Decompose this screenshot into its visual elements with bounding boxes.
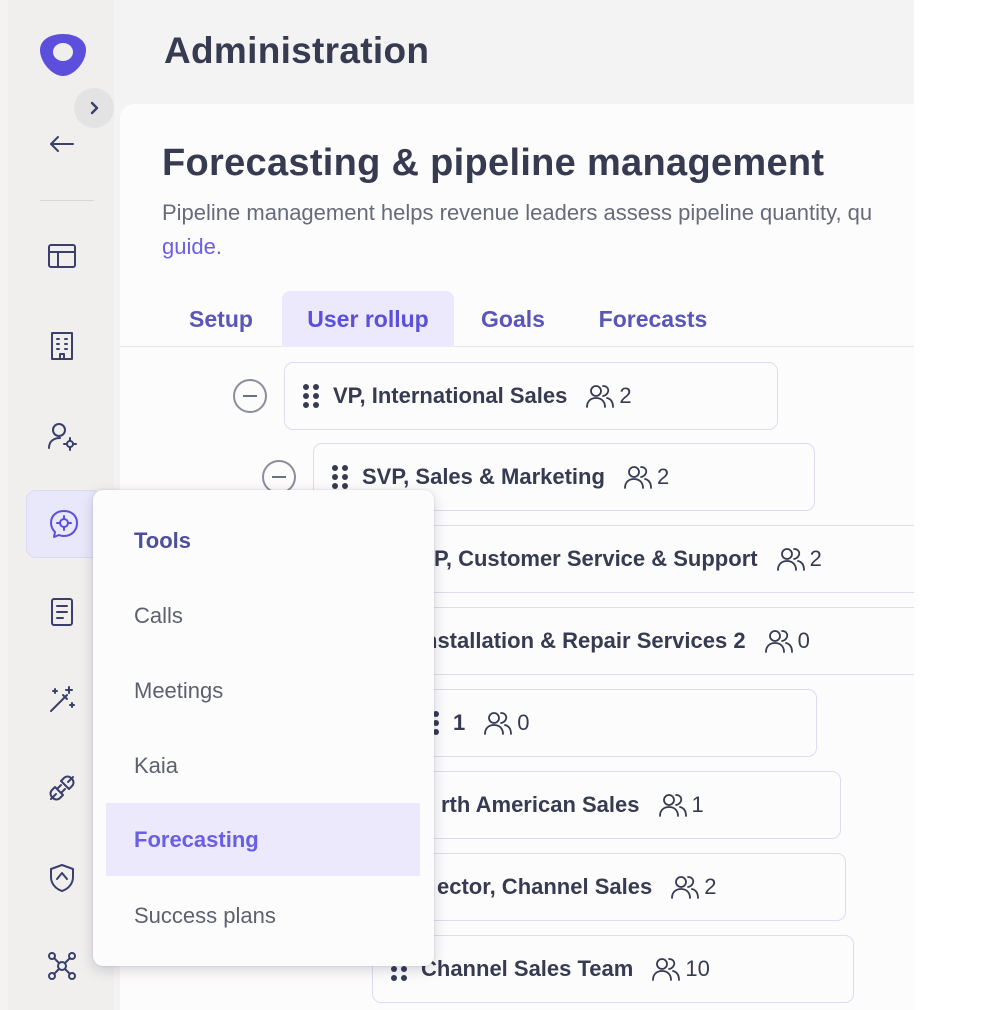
section-title: Forecasting & pipeline management [162,142,825,184]
tab-forecasts[interactable]: Forecasts [582,291,724,347]
section-description: Pipeline management helps revenue leader… [162,200,873,225]
tools-flyout-menu: Tools Calls Meetings Kaia Forecasting Su… [93,490,434,966]
menu-item-forecasting[interactable]: Forecasting [106,803,420,876]
member-count: 2 [670,874,716,900]
node-label: rth American Sales [441,792,640,817]
network-icon[interactable] [38,942,86,990]
drag-handle-icon[interactable] [303,384,319,408]
member-count: 2 [585,383,632,409]
tab-bar: Setup User rollup Goals Forecasts [120,291,914,347]
menu-item-kaia[interactable]: Kaia [106,729,420,802]
menu-item-success-plans[interactable]: Success plans [106,879,420,952]
settings-chat-icon [50,510,78,538]
users-icon [586,385,615,408]
drag-handle-icon[interactable] [332,465,348,489]
node-label: SVP, Sales & Marketing [362,464,605,489]
tab-goals[interactable]: Goals [466,291,560,347]
users-icon [658,794,687,817]
collapse-toggle[interactable] [262,460,296,494]
building-icon[interactable] [38,322,86,370]
users-icon [671,876,700,899]
guide-link[interactable]: guide. [162,234,222,260]
member-count: 1 [658,792,704,818]
plug-icon[interactable] [38,764,86,812]
tree-node[interactable]: Channel Sales Team 10 [372,935,854,1003]
tools-nav-button[interactable] [26,490,102,558]
app-window: Administration Forecasting & pipeline ma… [0,0,914,1010]
menu-header-tools: Tools [134,527,192,553]
layout-icon[interactable] [38,232,86,280]
tree-node[interactable]: P, Customer Service & Support 2 [360,525,914,593]
logo-icon[interactable] [38,32,88,78]
document-icon[interactable] [38,588,86,636]
node-label: Channel Sales Team [421,956,634,981]
node-label: 1 [453,710,466,735]
users-icon [624,466,652,489]
shield-icon[interactable] [38,854,86,902]
chevron-right-icon [90,101,99,115]
back-button[interactable] [38,120,86,168]
users-icon [776,548,805,571]
collapse-toggle[interactable] [233,379,267,413]
tab-user-rollup[interactable]: User rollup [282,291,454,347]
users-icon [484,712,513,735]
page-title: Administration [164,30,430,71]
member-count: 2 [776,546,822,572]
tab-setup[interactable]: Setup [172,291,270,347]
member-count: 10 [651,956,710,982]
node-label: VP, International Sales [333,383,568,408]
tree-node[interactable]: VP, International Sales 2 [284,362,778,430]
user-settings-icon[interactable] [38,412,86,460]
users-icon [652,958,681,981]
node-label: nstallation & Repair Services 2 [424,628,746,653]
rail-divider [40,200,94,201]
users-icon [764,630,793,653]
node-label: P, Customer Service & Support [434,546,758,571]
arrow-left-icon [50,136,74,152]
menu-item-calls[interactable]: Calls [106,579,420,652]
node-label: ector, Channel Sales [437,874,653,899]
magic-wand-icon[interactable] [38,676,86,724]
member-count: 0 [483,710,530,736]
member-count: 2 [623,464,669,490]
menu-item-meetings[interactable]: Meetings [106,654,420,727]
member-count: 0 [764,628,810,654]
tree-node[interactable]: nstallation & Repair Services 2 0 [360,607,914,675]
